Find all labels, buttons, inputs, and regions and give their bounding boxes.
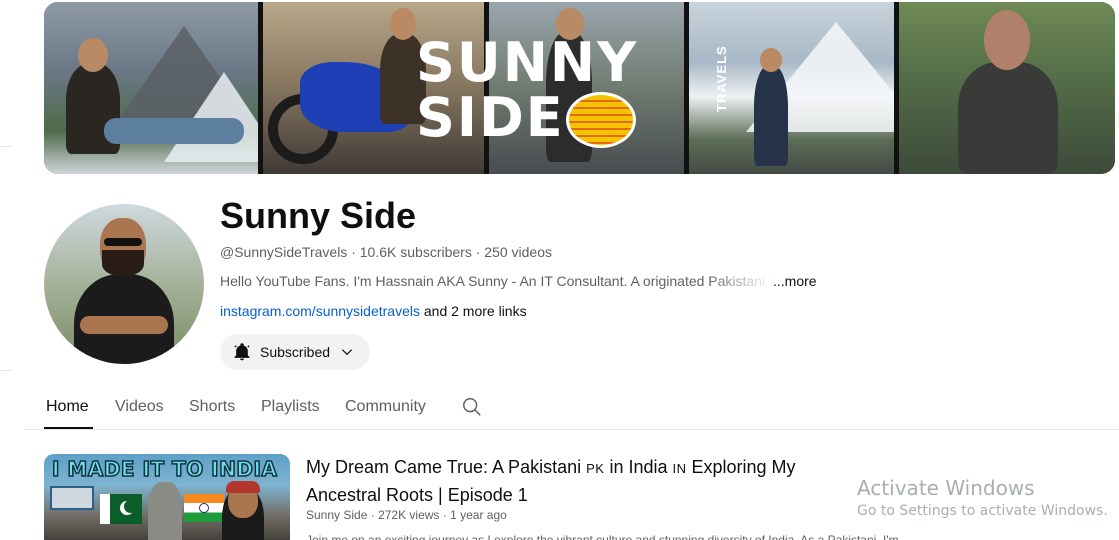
channel-tabs: Home Videos Shorts Playlists Community bbox=[24, 384, 1119, 430]
bell-icon bbox=[234, 343, 250, 361]
tab-shorts[interactable]: Shorts bbox=[189, 397, 235, 417]
logo-text-travels: TRAVELS bbox=[714, 45, 729, 112]
sidebar-divider bbox=[0, 146, 12, 147]
meta-separator: · bbox=[439, 508, 451, 522]
more-button[interactable]: ...more bbox=[773, 273, 817, 289]
video-title-part: in India bbox=[604, 457, 673, 477]
channel-name: Sunny Side bbox=[220, 195, 417, 236]
pk-flag-text: PK bbox=[586, 461, 605, 476]
tab-playlists[interactable]: Playlists bbox=[261, 397, 320, 417]
chevron-down-icon bbox=[341, 349, 353, 356]
sidebar-divider bbox=[0, 370, 12, 371]
more-links-button[interactable]: and 2 more links bbox=[420, 303, 527, 319]
logo-text-side: SIDE bbox=[416, 86, 565, 149]
meta-separator: · bbox=[367, 508, 379, 522]
meta-separator: · bbox=[347, 244, 360, 260]
search-icon[interactable] bbox=[461, 396, 483, 418]
india-flag-icon bbox=[184, 494, 224, 522]
video-meta: Sunny Side · 272K views · 1 year ago bbox=[306, 507, 507, 523]
activate-windows-title: Activate Windows bbox=[857, 476, 1035, 500]
activate-windows-subtitle: Go to Settings to activate Windows. bbox=[857, 503, 1108, 519]
video-title-part: My Dream Came True: A Pakistani bbox=[306, 457, 587, 477]
channel-description[interactable]: Hello YouTube Fans. I'm Hassnain AKA Sun… bbox=[220, 272, 820, 290]
meta-separator: · bbox=[471, 244, 485, 260]
sun-icon bbox=[566, 92, 636, 148]
video-description: Join me on an exciting journey as I expl… bbox=[306, 533, 899, 540]
channel-avatar[interactable] bbox=[44, 204, 204, 364]
subscribed-label: Subscribed bbox=[260, 344, 331, 360]
description-text[interactable]: Hello YouTube Fans. I'm Hassnain AKA Sun… bbox=[220, 272, 773, 290]
video-thumbnail[interactable]: I MADE IT TO INDIA bbox=[44, 454, 290, 540]
channel-meta: @SunnySideTravels · 10.6K subscribers · … bbox=[220, 243, 552, 261]
subscriber-count: 10.6K subscribers bbox=[359, 244, 472, 260]
banner-logo: SUNNY SIDE TRAVELS bbox=[416, 36, 746, 156]
thumbnail-text: I MADE IT TO INDIA bbox=[51, 456, 278, 482]
video-title[interactable]: My Dream Came True: A Pakistani PK in In… bbox=[306, 454, 816, 508]
channel-handle: @SunnySideTravels bbox=[220, 244, 348, 260]
instagram-link[interactable]: instagram.com/sunnysidetravels bbox=[220, 303, 420, 319]
channel-banner: SUNNY SIDE TRAVELS bbox=[44, 2, 1115, 174]
in-flag-text: IN bbox=[672, 461, 687, 476]
activate-windows-watermark: Activate Windows Go to Settings to activ… bbox=[857, 476, 1108, 522]
tab-community[interactable]: Community bbox=[345, 397, 426, 417]
pakistan-flag-icon bbox=[100, 494, 142, 524]
video-views: 272K views bbox=[378, 508, 440, 522]
video-count: 250 videos bbox=[484, 244, 552, 260]
tab-videos[interactable]: Videos bbox=[115, 397, 164, 417]
video-channel-name[interactable]: Sunny Side bbox=[306, 508, 367, 522]
channel-links: instagram.com/sunnysidetravels and 2 mor… bbox=[220, 302, 527, 320]
video-age: 1 year ago bbox=[450, 508, 507, 522]
logo-text-sunny: SUNNY bbox=[416, 31, 639, 94]
banner-photo-5 bbox=[896, 2, 1115, 174]
banner-photo-1 bbox=[44, 2, 284, 174]
active-tab-indicator bbox=[44, 427, 93, 429]
subscribed-button[interactable]: Subscribed bbox=[220, 334, 370, 370]
youtube-channel-page: SUNNY SIDE TRAVELS Sunny Side @SunnySide… bbox=[0, 0, 1119, 540]
tab-home[interactable]: Home bbox=[46, 397, 89, 417]
